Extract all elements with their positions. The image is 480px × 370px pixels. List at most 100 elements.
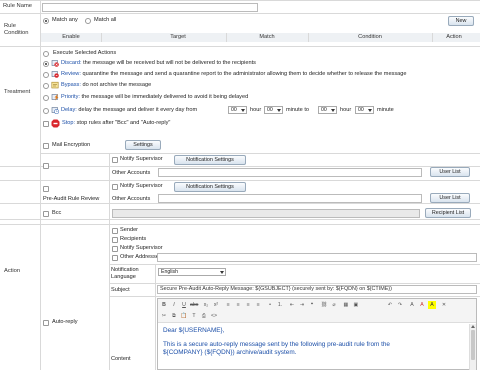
- copy-icon[interactable]: ⧉: [170, 312, 178, 320]
- bcc-recipient-list-button[interactable]: Recipient List: [425, 208, 471, 218]
- discard-radio[interactable]: [43, 61, 49, 67]
- undo-icon[interactable]: ↶: [386, 301, 394, 309]
- mail-encryption-checkbox[interactable]: [43, 143, 49, 149]
- font-size-icon[interactable]: A: [408, 301, 416, 309]
- unlink-icon[interactable]: ⌀: [330, 301, 338, 309]
- delay-from-hour-select[interactable]: 00: [228, 106, 247, 114]
- match-all-radio[interactable]: [85, 18, 91, 24]
- execute-selected-radio[interactable]: [43, 51, 49, 57]
- bcc-input[interactable]: [112, 209, 420, 218]
- font-color-icon[interactable]: A: [418, 301, 426, 309]
- pre-audit-user-list-button[interactable]: User List: [430, 193, 470, 203]
- delay-radio[interactable]: [43, 108, 49, 114]
- italic-icon[interactable]: I: [170, 301, 178, 309]
- notify-block1-other-accounts-input[interactable]: [158, 168, 422, 177]
- auto-reply-sender-checkbox[interactable]: [112, 228, 118, 234]
- table-icon[interactable]: ▦: [342, 301, 350, 309]
- numbered-list-icon[interactable]: 1.: [276, 301, 284, 309]
- strikethrough-icon[interactable]: abc: [190, 301, 198, 309]
- auto-reply-recipients-checkbox[interactable]: [112, 237, 118, 243]
- priority-icon: [51, 94, 59, 101]
- content-greeting: Dear ${USERNAME},: [163, 327, 225, 334]
- editor-scrollbar[interactable]: [469, 324, 476, 370]
- col-enable: Enable: [62, 34, 80, 40]
- auto-reply-recipients-label: Recipients: [120, 236, 147, 242]
- highlight-icon[interactable]: A: [428, 301, 436, 309]
- subject-label: Subject: [111, 287, 130, 293]
- scroll-thumb[interactable]: [471, 330, 475, 360]
- editor-toolbar: B I U abc x₂ x² ≡ ≡ ≡ ≡ • 1. ⇤ ⇥ ❝ ⛓ ⌀ ▦…: [158, 299, 476, 323]
- outdent-icon[interactable]: ⇤: [288, 301, 296, 309]
- align-left-icon[interactable]: ≡: [224, 301, 232, 309]
- auto-reply-checkbox[interactable]: [43, 320, 49, 326]
- priority-desc: the message will be immediately delivere…: [81, 94, 249, 100]
- content-label: Content: [111, 356, 131, 362]
- bypass-radio[interactable]: [43, 83, 49, 89]
- quote-icon[interactable]: ❝: [308, 301, 316, 309]
- bullet-list-icon[interactable]: •: [266, 301, 274, 309]
- notify-block1-settings-button[interactable]: Notification Settings: [174, 155, 246, 165]
- delay-minute-to-label: minute to: [286, 107, 310, 113]
- link-icon[interactable]: ⛓: [320, 301, 328, 309]
- bcc-checkbox[interactable]: [43, 211, 49, 217]
- auto-reply-label: Auto-reply: [52, 319, 78, 325]
- stop-checkbox[interactable]: [43, 121, 49, 127]
- review-desc: quarantine the message and send a quaran…: [82, 71, 407, 77]
- paste-text-icon[interactable]: T: [190, 312, 198, 320]
- new-condition-button[interactable]: New: [448, 16, 474, 26]
- subject-input[interactable]: Secure Pre-Audit Auto-Reply Message: ${G…: [157, 285, 477, 294]
- editor-body[interactable]: Dear ${USERNAME}, This is a secure auto-…: [158, 324, 468, 370]
- superscript-icon[interactable]: x²: [212, 301, 220, 309]
- mail-encryption-settings-button[interactable]: Settings: [125, 140, 161, 150]
- paste-icon[interactable]: 📋: [180, 312, 188, 320]
- underline-icon[interactable]: U: [180, 301, 188, 309]
- auto-reply-other-addresses-checkbox[interactable]: [112, 255, 118, 261]
- subscript-icon[interactable]: x₂: [202, 301, 210, 309]
- pre-audit-supervisor-checkbox[interactable]: [112, 184, 118, 190]
- cut-icon[interactable]: ✂: [160, 312, 168, 320]
- bypass-desc: do not archive the message: [82, 82, 152, 88]
- notification-language-label-line2: Language: [111, 274, 136, 280]
- delay-from-minute-select[interactable]: 00: [264, 106, 283, 114]
- notify-block1-checkbox[interactable]: [43, 163, 49, 169]
- discard-icon: [51, 60, 59, 67]
- image-icon[interactable]: ▣: [352, 301, 360, 309]
- rule-name-input[interactable]: [42, 3, 258, 12]
- notify-block1-other-accounts-label: Other Accounts: [112, 170, 151, 176]
- discard-desc: the message will be received but will no…: [83, 60, 256, 66]
- print-icon[interactable]: ⎙: [200, 312, 208, 320]
- redo-icon[interactable]: ↷: [396, 301, 404, 309]
- delay-to-minute-select[interactable]: 00: [355, 106, 374, 114]
- bcc-label: Bcc: [52, 210, 62, 216]
- scroll-up-icon[interactable]: [471, 325, 475, 328]
- bold-icon[interactable]: B: [160, 301, 168, 309]
- indent-icon[interactable]: ⇥: [298, 301, 306, 309]
- content-editor[interactable]: B I U abc x₂ x² ≡ ≡ ≡ ≡ • 1. ⇤ ⇥ ❝ ⛓ ⌀ ▦…: [157, 298, 477, 370]
- pre-audit-other-accounts-input[interactable]: [158, 194, 422, 203]
- align-right-icon[interactable]: ≡: [244, 301, 252, 309]
- notify-block1-supervisor-checkbox[interactable]: [112, 157, 118, 163]
- pre-audit-checkbox[interactable]: [43, 186, 49, 192]
- match-all-label: Match all: [94, 17, 117, 23]
- notification-language-select[interactable]: English: [158, 268, 226, 276]
- justify-icon[interactable]: ≡: [254, 301, 262, 309]
- stop-desc: stop rules after "Bcc" and "Auto-reply": [76, 120, 171, 126]
- review-radio[interactable]: [43, 72, 49, 78]
- source-icon[interactable]: <>: [210, 312, 218, 320]
- notify-block1-user-list-button[interactable]: User List: [430, 167, 470, 177]
- priority-name: Priority:: [61, 94, 80, 100]
- delay-hour-label-2: hour: [340, 107, 352, 113]
- match-any-radio[interactable]: [43, 18, 49, 24]
- bypass-name: Bypass:: [61, 82, 81, 88]
- auto-reply-supervisor-checkbox[interactable]: [112, 246, 118, 252]
- delay-icon: [51, 107, 59, 114]
- align-center-icon[interactable]: ≡: [234, 301, 242, 309]
- priority-radio[interactable]: [43, 95, 49, 101]
- auto-reply-other-addresses-input[interactable]: [157, 253, 477, 262]
- clear-format-icon[interactable]: ✕: [440, 301, 448, 309]
- delay-to-hour-select[interactable]: 00: [318, 106, 337, 114]
- rule-condition-label-line1: Rule: [4, 23, 16, 29]
- execute-selected-label: Execute Selected Actions: [53, 50, 117, 56]
- delay-minute-label: minute: [377, 107, 394, 113]
- pre-audit-settings-button[interactable]: Notification Settings: [174, 182, 246, 192]
